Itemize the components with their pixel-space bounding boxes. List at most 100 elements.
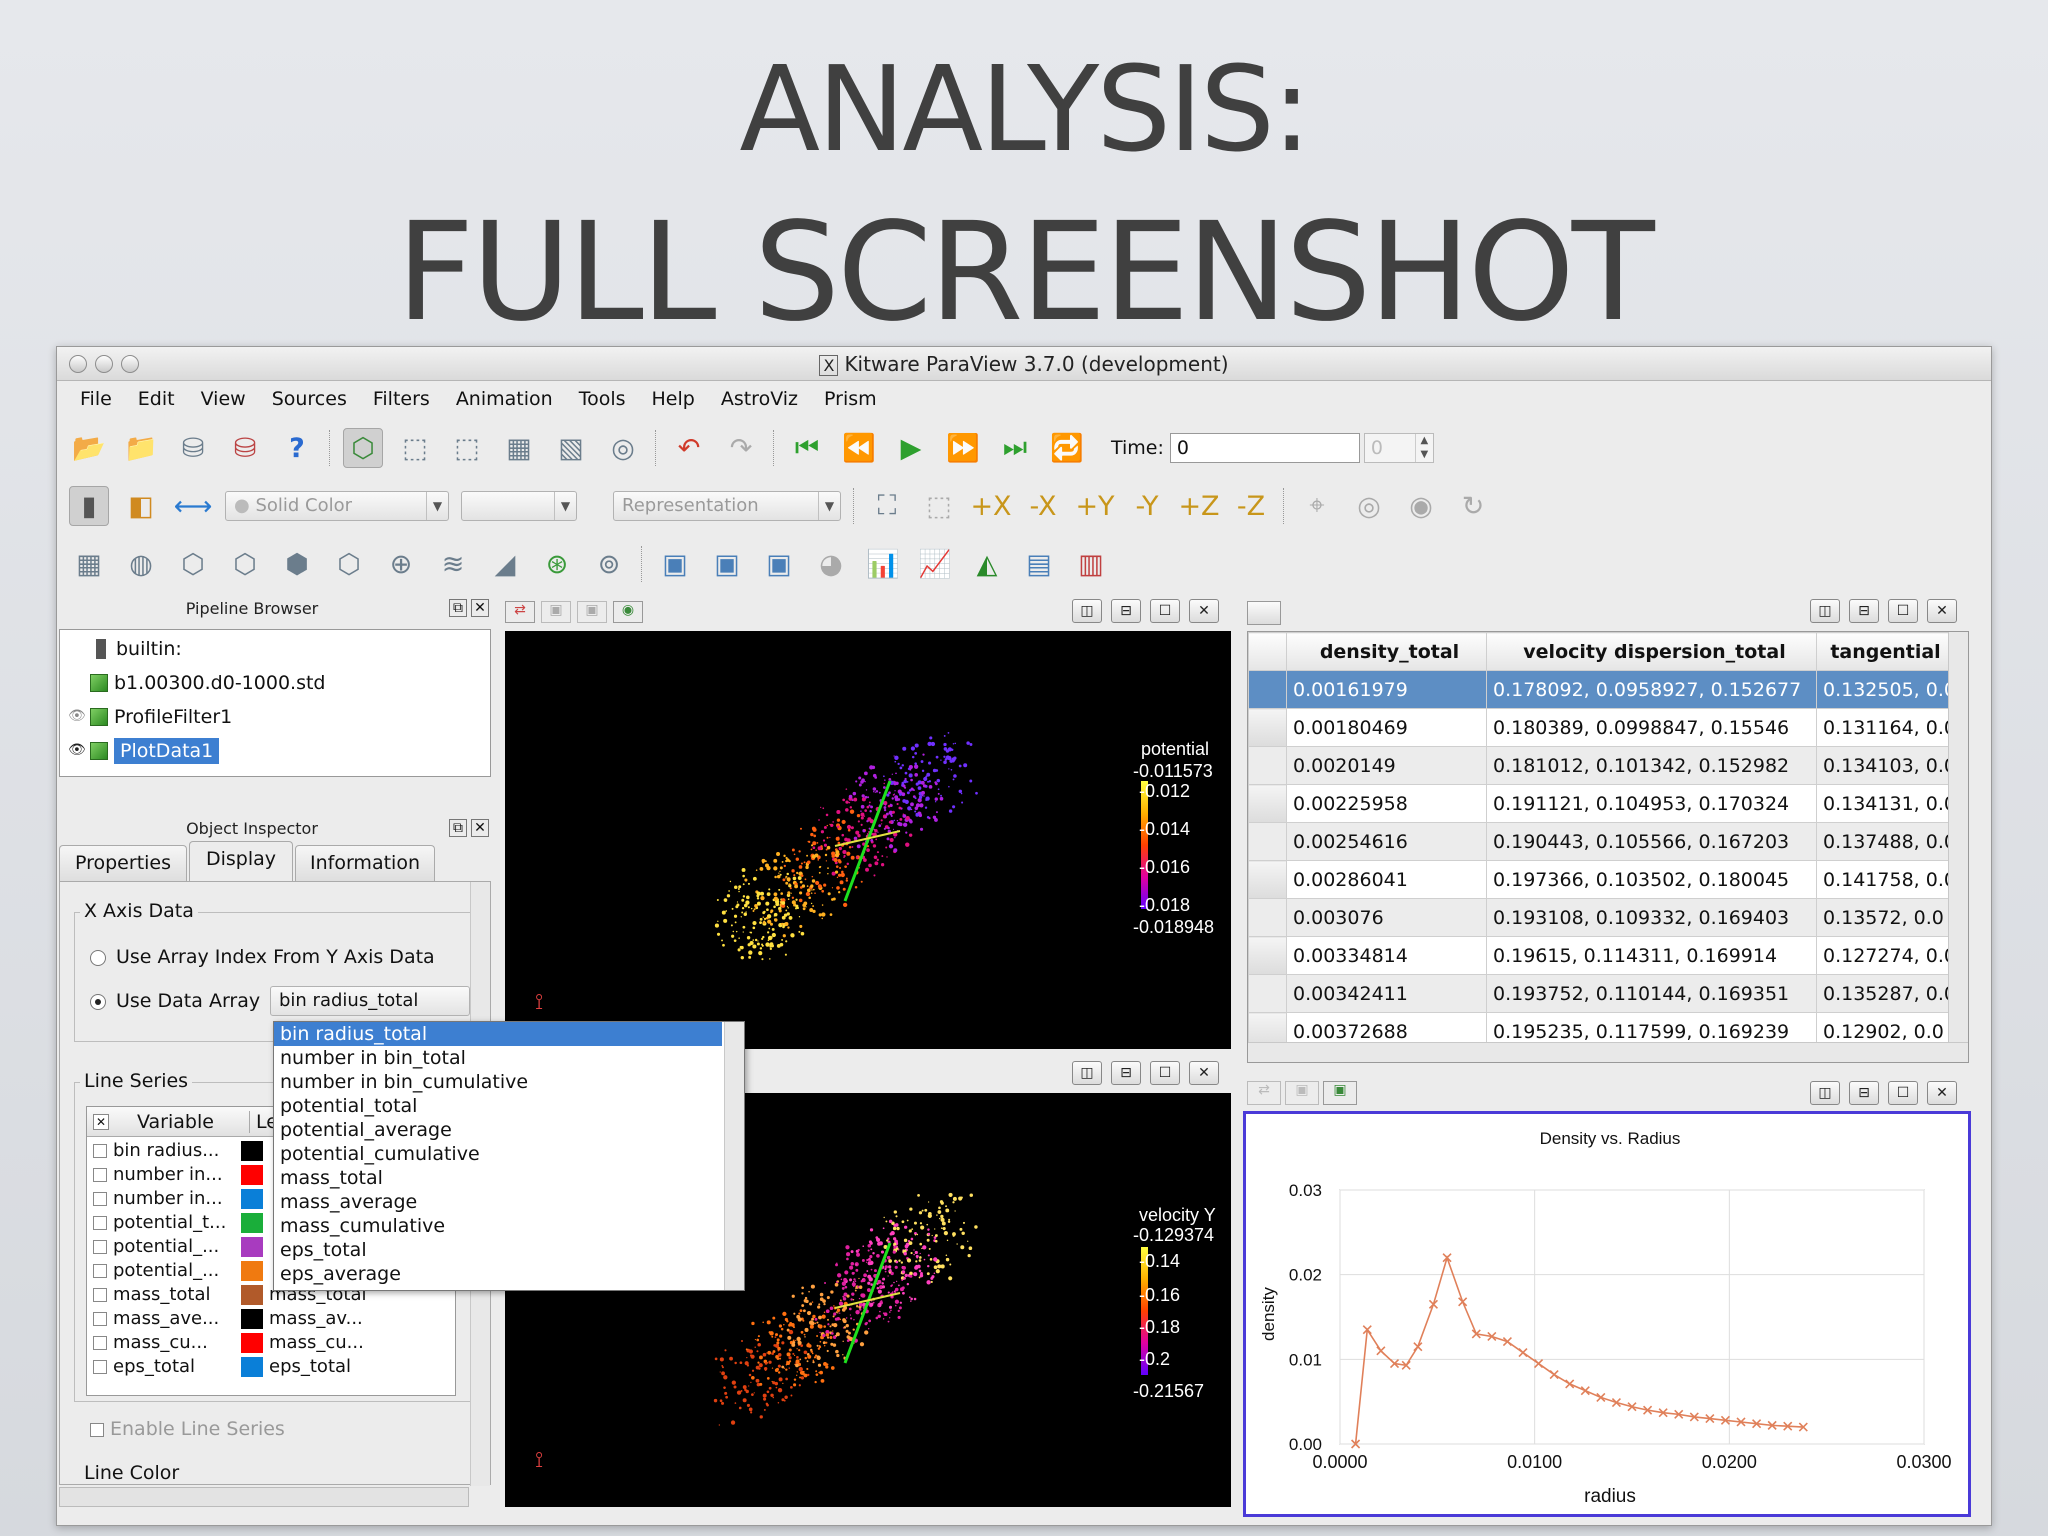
col-header[interactable]: velocity dispersion_total bbox=[1486, 632, 1817, 671]
series-checkbox[interactable] bbox=[93, 1288, 107, 1302]
view-screenshot-icon[interactable]: ▣ bbox=[577, 601, 607, 623]
maximize-window-button[interactable] bbox=[121, 355, 139, 373]
area-chart-icon[interactable]: ◭ bbox=[967, 544, 1007, 584]
check-all-icon[interactable]: ✕ bbox=[93, 1114, 109, 1130]
radio-array-index[interactable]: Use Array Index From Y Axis Data bbox=[90, 946, 435, 968]
series-color-swatch[interactable] bbox=[241, 1237, 263, 1257]
menu-tools[interactable]: Tools bbox=[579, 388, 626, 410]
inspector-close-icon[interactable]: ✕ bbox=[471, 819, 489, 837]
view-settings-icon[interactable]: ▣ bbox=[541, 601, 571, 623]
astro-filter1-icon[interactable]: ▣ bbox=[655, 544, 695, 584]
visibility-eye-icon[interactable]: 👁 bbox=[68, 708, 86, 724]
disconnect-icon[interactable]: ⛁ bbox=[225, 428, 265, 468]
calculator-icon[interactable]: ▦ bbox=[69, 544, 109, 584]
save-data-icon[interactable]: 📁 bbox=[121, 428, 161, 468]
pipeline-item-plotdata[interactable]: PlotData1 bbox=[90, 736, 220, 766]
view-lookmark-icon[interactable]: ◉ bbox=[613, 601, 643, 623]
series-color-swatch[interactable] bbox=[241, 1189, 263, 1209]
split-vertical-icon[interactable]: ⊟ bbox=[1849, 1081, 1879, 1105]
inspector-float-icon[interactable]: ⧉ bbox=[449, 819, 467, 837]
row-header[interactable] bbox=[1248, 784, 1287, 823]
data-array-combo[interactable]: bin radius_total bbox=[270, 986, 470, 1016]
tab-properties[interactable]: Properties bbox=[59, 845, 187, 881]
menu-file[interactable]: File bbox=[80, 388, 112, 410]
threshold-icon[interactable]: ⬢ bbox=[277, 544, 317, 584]
series-checkbox[interactable] bbox=[93, 1168, 107, 1182]
series-color-swatch[interactable] bbox=[241, 1333, 263, 1353]
color-map-editor-icon[interactable]: ▮ bbox=[69, 486, 109, 526]
series-color-swatch[interactable] bbox=[241, 1285, 263, 1305]
rotate-center-icon[interactable]: ↻ bbox=[1453, 486, 1493, 526]
clip-icon[interactable]: ⬡ bbox=[173, 544, 213, 584]
table-row[interactable]: 0.00334814 0.19615, 0.114311, 0.169914 0.1… bbox=[1248, 936, 1949, 975]
spreadsheet-hscrollbar[interactable] bbox=[1248, 1042, 1968, 1062]
reset-center-icon[interactable]: ◎ bbox=[1349, 486, 1389, 526]
view-plus-z-icon[interactable]: +Z bbox=[1178, 486, 1219, 526]
astro-filter2-icon[interactable]: ▣ bbox=[707, 544, 747, 584]
data-array-dropdown[interactable]: bin radius_total number in bin_total numbe… bbox=[273, 1021, 745, 1291]
statistics-icon[interactable]: ▥ bbox=[1071, 544, 1111, 584]
pick-center-icon[interactable]: ⌖ bbox=[1297, 486, 1337, 526]
menu-edit[interactable]: Edit bbox=[138, 388, 175, 410]
dropdown-option[interactable]: eps_total bbox=[274, 1238, 722, 1262]
row-header[interactable] bbox=[1248, 670, 1287, 709]
pipeline-item-builtin[interactable]: builtin: bbox=[90, 634, 182, 664]
row-header[interactable] bbox=[1248, 708, 1287, 747]
series-checkbox[interactable] bbox=[93, 1312, 107, 1326]
slice-icon[interactable]: ⬡ bbox=[225, 544, 265, 584]
series-color-swatch[interactable] bbox=[241, 1213, 263, 1233]
visibility-eye-icon[interactable]: 👁 bbox=[68, 742, 86, 758]
menu-sources[interactable]: Sources bbox=[272, 388, 347, 410]
warp-icon[interactable]: ◢ bbox=[485, 544, 525, 584]
row-header[interactable] bbox=[1248, 898, 1287, 937]
series-checkbox[interactable] bbox=[93, 1216, 107, 1230]
minimize-window-button[interactable] bbox=[95, 355, 113, 373]
close-view-icon[interactable]: ✕ bbox=[1189, 599, 1219, 623]
chart-settings-icon[interactable]: ▣ bbox=[1285, 1081, 1319, 1105]
previous-frame-icon[interactable]: ⏪ bbox=[839, 428, 879, 468]
time-index-spinbox[interactable]: 0 ▲ ▼ bbox=[1363, 433, 1434, 463]
dropdown-option[interactable]: mass_total bbox=[274, 1166, 722, 1190]
open-file-icon[interactable]: 📂 bbox=[69, 428, 109, 468]
menu-animation[interactable]: Animation bbox=[456, 388, 553, 410]
astro-filter4-icon[interactable]: ◕ bbox=[811, 544, 851, 584]
close-view-icon[interactable]: ✕ bbox=[1189, 1061, 1219, 1085]
maximize-view-icon[interactable]: ☐ bbox=[1888, 1081, 1918, 1105]
series-checkbox[interactable] bbox=[93, 1144, 107, 1158]
radio-data-array[interactable]: Use Data Array bbox=[90, 990, 260, 1012]
dropdown-option[interactable]: mass_average bbox=[274, 1190, 722, 1214]
last-frame-icon[interactable]: ⏭ bbox=[995, 428, 1035, 468]
pipeline-item-source[interactable]: b1.00300.d0-1000.std bbox=[90, 668, 325, 698]
series-checkbox[interactable] bbox=[93, 1240, 107, 1254]
maximize-view-icon[interactable]: ☐ bbox=[1150, 599, 1180, 623]
col-header[interactable]: tangential bbox=[1816, 632, 1949, 671]
table-row[interactable]: 0.00180469 0.180389, 0.0998847, 0.15546 0.… bbox=[1248, 708, 1949, 747]
split-horizontal-icon[interactable]: ◫ bbox=[1072, 1061, 1102, 1085]
render-view-potential[interactable]: ⟟ potential -0.011573 -0.012 -0.014 -0.0… bbox=[505, 631, 1231, 1049]
series-color-swatch[interactable] bbox=[241, 1357, 263, 1377]
table-row[interactable]: 0.00161979 0.178092, 0.0958927, 0.152677 0… bbox=[1248, 670, 1949, 709]
select-points-icon[interactable]: ⬚ bbox=[447, 428, 487, 468]
series-color-swatch[interactable] bbox=[241, 1261, 263, 1281]
lookmark-icon[interactable]: ◎ bbox=[603, 428, 643, 468]
help-icon[interactable]: ? bbox=[277, 428, 317, 468]
pipeline-float-icon[interactable]: ⧉ bbox=[449, 599, 467, 617]
pipeline-close-icon[interactable]: ✕ bbox=[471, 599, 489, 617]
dropdown-option[interactable]: number in bin_cumulative bbox=[274, 1070, 722, 1094]
chart-screenshot-icon[interactable]: ▣ bbox=[1323, 1081, 1357, 1105]
table-row[interactable]: 0.00225958 0.191121, 0.104953, 0.170324 0.… bbox=[1248, 784, 1949, 823]
menu-prism[interactable]: Prism bbox=[824, 388, 877, 410]
col-header[interactable]: density_total bbox=[1286, 632, 1487, 671]
split-vertical-icon[interactable]: ⊟ bbox=[1849, 599, 1879, 623]
menu-view[interactable]: View bbox=[201, 388, 246, 410]
menu-filters[interactable]: Filters bbox=[373, 388, 430, 410]
table-row[interactable]: 0.0020149 0.181012, 0.101342, 0.152982 0.1… bbox=[1248, 746, 1949, 785]
play-icon[interactable]: ▶ bbox=[891, 428, 931, 468]
row-header[interactable] bbox=[1248, 936, 1287, 975]
row-header[interactable] bbox=[1248, 974, 1287, 1013]
select-block-icon[interactable]: ▧ bbox=[551, 428, 591, 468]
group-datasets-icon[interactable]: ⊛ bbox=[537, 544, 577, 584]
next-frame-icon[interactable]: ⏩ bbox=[943, 428, 983, 468]
bar-chart-icon[interactable]: 📊 bbox=[863, 544, 903, 584]
menu-astroviz[interactable]: AstroViz bbox=[721, 388, 798, 410]
